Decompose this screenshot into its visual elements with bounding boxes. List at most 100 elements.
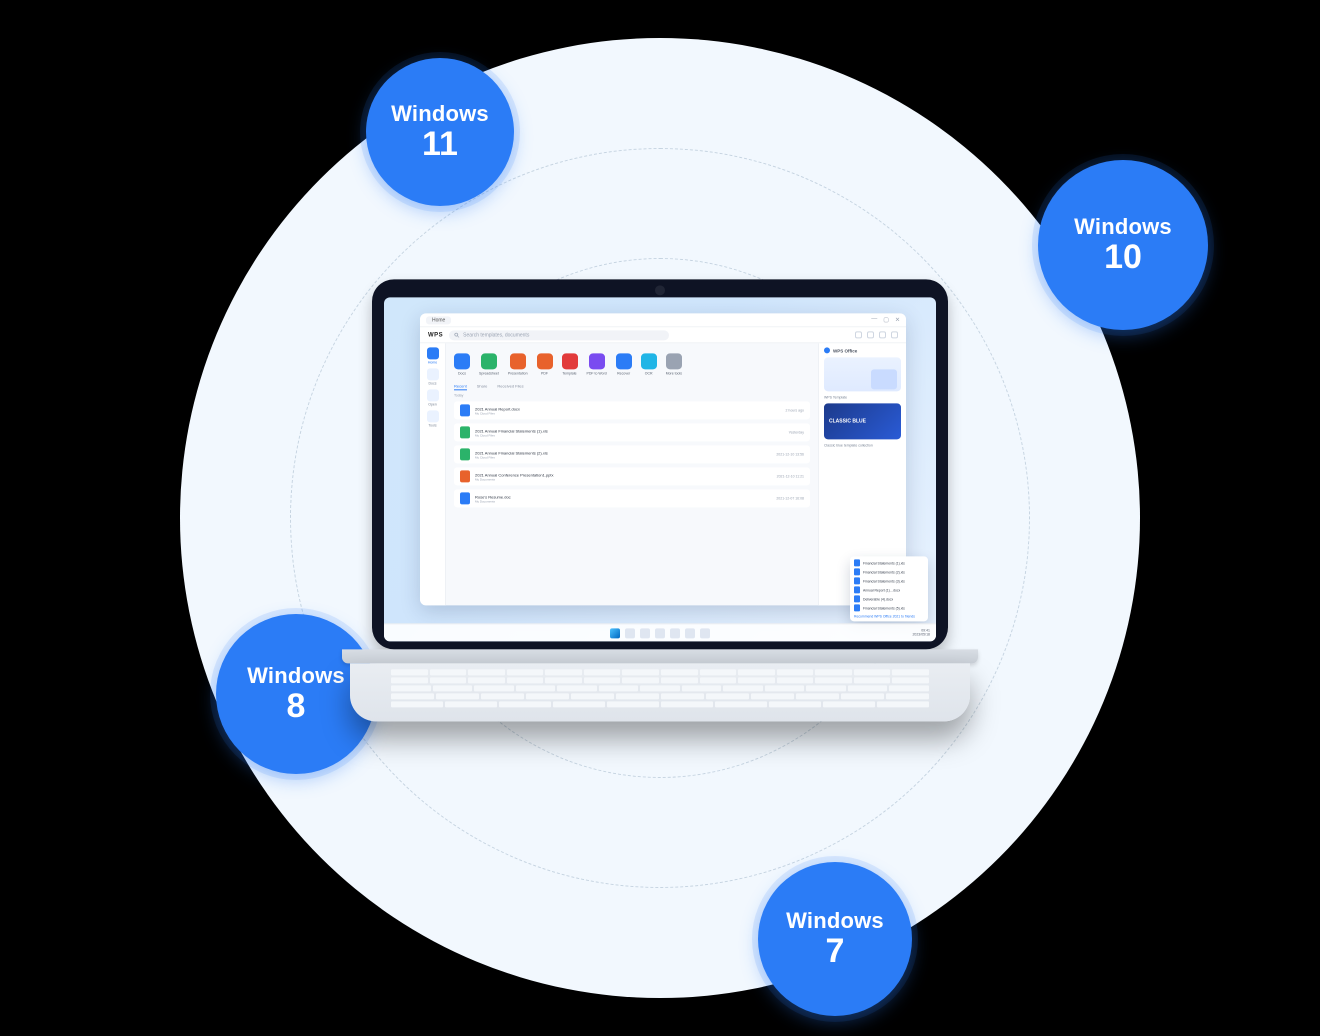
file-mini-icon bbox=[854, 559, 860, 566]
os-version: 7 bbox=[826, 934, 845, 970]
file-row[interactable]: Rose's Resume.docMy Documents2021-12-07 … bbox=[454, 489, 810, 507]
window-tab[interactable]: Home bbox=[426, 316, 451, 324]
search-icon bbox=[454, 332, 460, 338]
tile-icon bbox=[666, 353, 682, 369]
search-placeholder: Search templates, documents bbox=[463, 332, 529, 338]
file-date: 2021-12-10 13:56 bbox=[776, 452, 804, 456]
tile-label: Docs bbox=[458, 371, 466, 375]
quick-tile[interactable]: PDF to Word bbox=[587, 353, 607, 375]
avatar-icon[interactable] bbox=[891, 331, 898, 338]
promo-card-2[interactable]: CLASSIC BLUE bbox=[824, 403, 901, 439]
tile-label: Spreadsheet bbox=[479, 371, 499, 375]
wps-taskbar-icon[interactable] bbox=[700, 628, 710, 638]
tile-icon bbox=[641, 353, 657, 369]
tile-icon bbox=[562, 353, 578, 369]
file-date: 2021-12-10 11:21 bbox=[777, 474, 804, 478]
window-max-icon[interactable]: ▢ bbox=[883, 316, 889, 323]
sidebar-item-tools[interactable]: Tools bbox=[424, 410, 442, 427]
quick-tile[interactable]: Recover bbox=[616, 353, 632, 375]
search-taskbar-icon[interactable] bbox=[625, 628, 635, 638]
list-tabs: Recent Share Received Files bbox=[454, 383, 810, 390]
file-mini-icon bbox=[854, 577, 860, 584]
search-input[interactable]: Search templates, documents bbox=[449, 330, 669, 340]
bell-icon[interactable] bbox=[855, 331, 862, 338]
popup-item[interactable]: Financial Statements (5).xls bbox=[854, 604, 924, 611]
quick-tile[interactable]: OCR bbox=[641, 353, 657, 375]
tile-label: Recover bbox=[617, 371, 630, 375]
sidebar-item-open[interactable]: Open bbox=[424, 389, 442, 406]
tile-icon bbox=[454, 353, 470, 369]
promo-card-1[interactable] bbox=[824, 357, 901, 391]
file-path: My Cloud Files bbox=[475, 455, 548, 459]
tile-label: OCR bbox=[645, 371, 653, 375]
tile-icon bbox=[510, 353, 526, 369]
laptop-hinge bbox=[342, 649, 978, 663]
docs-icon bbox=[427, 368, 439, 380]
file-path: My Documents bbox=[475, 499, 511, 503]
popup-item-label: Annual Report (1)…docx bbox=[863, 588, 900, 592]
section-label: Today bbox=[454, 393, 810, 397]
laptop-bezel: Home — ▢ ✕ WPS Search templates, documen… bbox=[372, 279, 948, 649]
popup-cta[interactable]: Recommend WPS Office 2021 to friends bbox=[854, 614, 924, 618]
folder-icon bbox=[427, 389, 439, 401]
panel-title: WPS Office bbox=[824, 347, 901, 353]
quick-tile[interactable]: Template bbox=[562, 353, 578, 375]
start-icon[interactable] bbox=[610, 628, 620, 638]
system-clock: 09:41 2023/05/18 bbox=[912, 629, 930, 636]
file-row[interactable]: 2021 Annual Financial Statements (2).xls… bbox=[454, 445, 810, 463]
os-version: 11 bbox=[422, 127, 458, 163]
tile-icon bbox=[537, 353, 553, 369]
sidebar-item-docs[interactable]: Docs bbox=[424, 368, 442, 385]
file-mini-icon bbox=[854, 568, 860, 575]
popup-item-label: Financial Statements (1).xls bbox=[863, 561, 905, 565]
quick-tile[interactable]: Spreadsheet bbox=[479, 353, 499, 375]
popup-item-label: Financial Statements (2).xls bbox=[863, 570, 905, 574]
edge-icon[interactable] bbox=[670, 628, 680, 638]
window-close-icon[interactable]: ✕ bbox=[895, 316, 900, 323]
popup-item[interactable]: Financial Statements (2).xls bbox=[854, 568, 924, 575]
popup-item[interactable]: Financial Statements (1).xls bbox=[854, 559, 924, 566]
promo-sub-2: Classic blue template collection bbox=[824, 443, 901, 447]
os-label: Windows bbox=[391, 102, 489, 125]
gear-icon[interactable] bbox=[879, 331, 886, 338]
file-mini-icon bbox=[854, 586, 860, 593]
dot-icon bbox=[824, 347, 830, 353]
file-list: 2021 Annual Report.docxMy Cloud Files2 h… bbox=[454, 401, 810, 507]
app-body: Home Docs Open Tools Docs Spreadsheet Pres… bbox=[420, 343, 906, 605]
popup-item[interactable]: Deliverable (4).docx bbox=[854, 595, 924, 602]
tab-share[interactable]: Share bbox=[477, 383, 488, 390]
sidebar-item-home[interactable]: Home bbox=[424, 347, 442, 364]
popup-item-label: Financial Statements (3).xls bbox=[863, 579, 905, 583]
quick-tiles: Docs Spreadsheet Presentation PDF Template PD… bbox=[454, 349, 810, 381]
file-path: My Cloud Files bbox=[475, 433, 548, 437]
popup-item[interactable]: Annual Report (1)…docx bbox=[854, 586, 924, 593]
quick-tile[interactable]: Docs bbox=[454, 353, 470, 375]
os-label: Windows bbox=[247, 664, 345, 687]
app-logo: WPS bbox=[428, 332, 443, 338]
skin-icon[interactable] bbox=[867, 331, 874, 338]
explorer-icon[interactable] bbox=[655, 628, 665, 638]
tab-received[interactable]: Received Files bbox=[497, 383, 523, 390]
popup-item[interactable]: Financial Statements (3).xls bbox=[854, 577, 924, 584]
popup-item-label: Financial Statements (5).xls bbox=[863, 606, 905, 610]
quick-tile[interactable]: PDF bbox=[537, 353, 553, 375]
file-row[interactable]: 2021 Annual Financial Statements (1).xls… bbox=[454, 423, 810, 441]
os-label: Windows bbox=[786, 909, 884, 932]
window-min-icon[interactable]: — bbox=[871, 316, 877, 323]
quick-tile[interactable]: More tools bbox=[666, 353, 682, 375]
quick-tile[interactable]: Presentation bbox=[508, 353, 528, 375]
laptop-keyboard-deck bbox=[350, 663, 970, 721]
file-path: My Documents bbox=[475, 477, 554, 481]
taskview-icon[interactable] bbox=[640, 628, 650, 638]
tab-recent[interactable]: Recent bbox=[454, 383, 467, 390]
file-date: 2021-12-07 16:08 bbox=[776, 496, 804, 500]
file-row[interactable]: 2021 Annual Conference Presentation1.ppt… bbox=[454, 467, 810, 485]
store-icon[interactable] bbox=[685, 628, 695, 638]
file-mini-icon bbox=[854, 595, 860, 602]
promo-sub-1: WPS Template bbox=[824, 395, 901, 399]
tile-label: Template bbox=[562, 371, 576, 375]
tile-label: More tools bbox=[666, 371, 682, 375]
tile-icon bbox=[616, 353, 632, 369]
popup-item-label: Deliverable (4).docx bbox=[863, 597, 893, 601]
file-row[interactable]: 2021 Annual Report.docxMy Cloud Files2 h… bbox=[454, 401, 810, 419]
